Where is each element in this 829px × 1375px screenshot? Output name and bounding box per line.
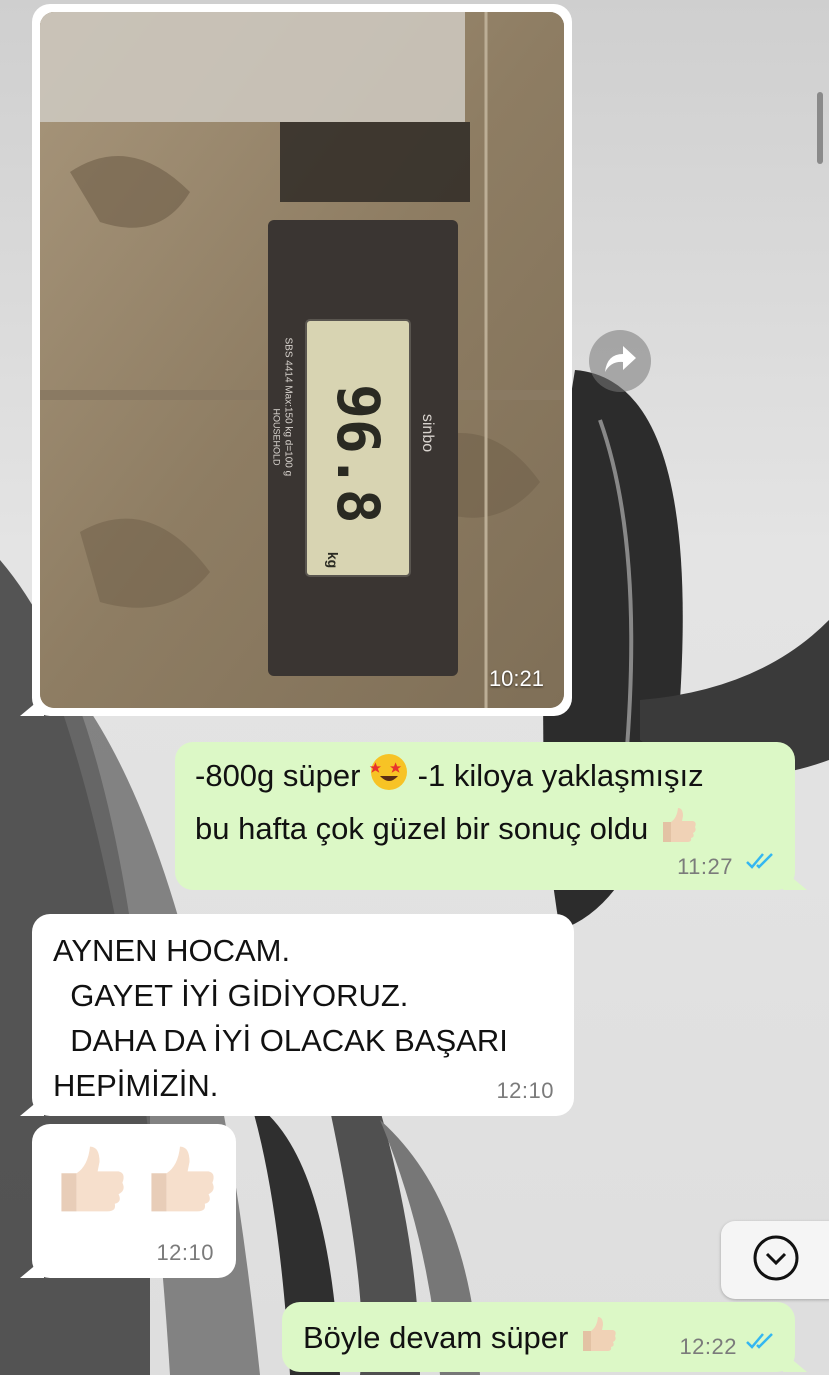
scale-brand-label: sinbo	[419, 413, 437, 453]
thumbs-up-emoji-icon	[657, 804, 699, 858]
scale-spec-label: SBS 4414 Max:150 kg d=100 g	[282, 337, 294, 477]
incoming-emoji-message-bubble[interactable]: 12:10	[32, 1124, 236, 1278]
message-time: 11:27	[677, 854, 733, 879]
double-check-icon	[745, 851, 777, 876]
scale-display-unit: kg	[325, 551, 342, 569]
thumbs-up-emoji-pair	[50, 1138, 218, 1225]
outgoing-message-bubble[interactable]: Böyle devam süper 12:22	[282, 1302, 795, 1372]
scroll-to-bottom-button[interactable]	[721, 1221, 829, 1299]
chevron-down-icon	[752, 1234, 800, 1287]
forward-icon	[603, 344, 637, 379]
scale-household-label: HOUSEHOLD	[271, 408, 282, 466]
star-struck-emoji-icon	[369, 752, 409, 804]
message-time: 10:21	[488, 666, 544, 691]
thumbs-up-emoji-icon	[577, 1313, 619, 1367]
thumbs-up-emoji-icon	[140, 1138, 220, 1225]
double-check-icon	[745, 1331, 777, 1356]
image-message-bubble[interactable]: 96.8 kg sinbo SBS 4414 Max:150 kg d=100 …	[32, 4, 572, 716]
scale-photo[interactable]: 96.8 kg sinbo SBS 4414 Max:150 kg d=100 …	[40, 12, 564, 708]
incoming-message-bubble[interactable]: AYNEN HOCAM. GAYET İYİ GİDİYORUZ. DAHA D…	[32, 914, 574, 1116]
message-time: 12:10	[496, 1078, 554, 1103]
message-time: 12:10	[156, 1240, 214, 1265]
thumbs-up-emoji-icon	[50, 1138, 130, 1225]
message-text: -800g süper -1 kiloya yaklaşmışız bu haf…	[195, 752, 775, 858]
message-text: AYNEN HOCAM. GAYET İYİ GİDİYORUZ. DAHA D…	[53, 933, 508, 1103]
scrollbar-thumb[interactable]	[817, 92, 823, 164]
message-time: 12:22	[679, 1334, 737, 1359]
scale-display-reading: 96.8	[324, 384, 392, 524]
forward-button[interactable]	[589, 330, 651, 392]
outgoing-message-bubble[interactable]: -800g süper -1 kiloya yaklaşmışız bu haf…	[175, 742, 795, 890]
